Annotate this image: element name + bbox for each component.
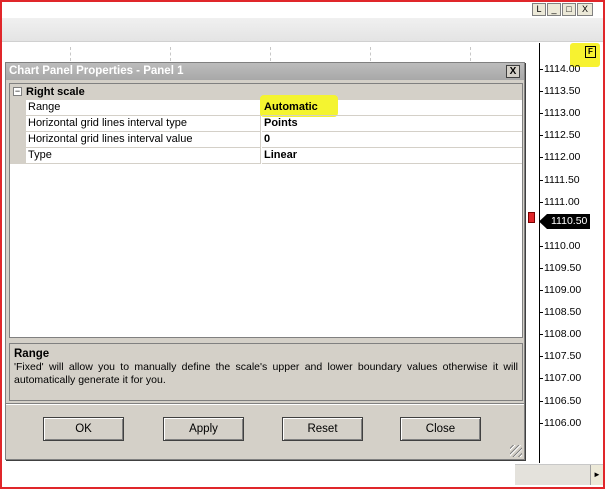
price-tick	[539, 267, 543, 269]
scroll-right-icon[interactable]: ►	[590, 465, 603, 485]
price-label: 1108.50	[544, 306, 582, 319]
price-label: 1107.00	[544, 372, 582, 385]
grid-line	[470, 47, 471, 61]
close-window-button[interactable]: X	[577, 3, 593, 16]
price-label: 1106.50	[544, 394, 582, 407]
grid-line	[70, 47, 71, 61]
row-gutter	[10, 132, 26, 148]
property-name: Range	[26, 100, 261, 116]
property-value[interactable]: Automatic	[262, 100, 522, 116]
price-marker-icon	[528, 212, 535, 223]
horizontal-scrollbar[interactable]: ►	[515, 464, 603, 485]
property-name: Type	[26, 148, 261, 164]
price-label: 1110.00	[544, 239, 581, 252]
price-tick	[539, 201, 543, 203]
price-tick	[539, 334, 543, 336]
price-label: 1108.00	[544, 328, 582, 341]
price-label: 1107.50	[544, 350, 582, 363]
price-label: 1111.50	[544, 173, 580, 186]
resize-grip-icon[interactable]	[510, 445, 522, 457]
grid-line	[170, 47, 171, 61]
minimize-button[interactable]: _	[547, 3, 561, 16]
price-label: 1106.00	[544, 416, 582, 429]
dialog-title: Chart Panel Properties - Panel 1	[6, 63, 524, 80]
price-label: 1109.50	[544, 261, 582, 274]
property-value-text: Automatic	[264, 101, 318, 113]
category-label: Right scale	[26, 86, 85, 98]
property-row-range[interactable]: Range Automatic	[10, 95, 522, 117]
layout-button[interactable]: L	[532, 3, 546, 16]
price-label: 1112.50	[544, 129, 581, 142]
app-window: L _ □ X F 1114.00 1113.50 1113.00 1112.50 11…	[0, 0, 605, 489]
price-tick	[539, 135, 543, 137]
description-panel: Range 'Fixed' will allow you to manually…	[9, 343, 523, 401]
maximize-button[interactable]: □	[562, 3, 576, 16]
flag-icon[interactable]: F	[585, 46, 596, 58]
price-tick	[539, 356, 543, 358]
property-value[interactable]: 0	[262, 132, 522, 148]
row-gutter	[10, 100, 26, 116]
bottom-area	[2, 460, 515, 487]
price-tick	[539, 157, 543, 159]
apply-button[interactable]: Apply	[163, 417, 244, 441]
price-label: 1113.50	[544, 85, 581, 98]
price-tick	[539, 400, 543, 402]
price-tick	[539, 312, 543, 314]
close-button[interactable]: Close	[400, 417, 481, 441]
description-text: 'Fixed' will allow you to manually defin…	[14, 361, 518, 386]
property-value[interactable]: Points	[262, 116, 522, 132]
grid-line	[370, 47, 371, 61]
property-value[interactable]: Linear	[262, 148, 522, 164]
property-grid: − Right scale Range Automatic Horizontal…	[9, 83, 523, 338]
price-tick	[539, 290, 543, 291]
price-label: 1112.00	[544, 151, 581, 164]
price-tick	[539, 113, 543, 115]
price-label: 1113.00	[544, 107, 581, 120]
property-name: Horizontal grid lines interval value	[26, 132, 261, 148]
price-tick	[539, 91, 543, 93]
price-tick	[539, 245, 543, 247]
dialog-close-button[interactable]: X	[506, 65, 520, 78]
divider	[6, 403, 524, 405]
price-tick	[539, 69, 543, 70]
toolbar-strip	[2, 18, 603, 42]
ok-button[interactable]: OK	[43, 417, 124, 441]
price-tick	[539, 422, 543, 424]
price-tick	[539, 378, 543, 380]
row-gutter	[10, 116, 26, 132]
property-row-interval-value[interactable]: Horizontal grid lines interval value 0	[10, 132, 522, 148]
price-label: 1114.00	[544, 63, 581, 75]
reset-button[interactable]: Reset	[282, 417, 363, 441]
window-controls: L _ □ X	[532, 3, 593, 16]
title-bar: L _ □ X	[2, 2, 603, 18]
price-label: 1109.00	[544, 284, 582, 296]
chart-panel-properties-dialog: Chart Panel Properties - Panel 1 X − Rig…	[5, 62, 525, 460]
price-label: 1111.00	[544, 195, 580, 208]
property-name: Horizontal grid lines interval type	[26, 116, 261, 132]
grid-line	[270, 47, 271, 61]
property-row-interval-type[interactable]: Horizontal grid lines interval type Poin…	[10, 116, 522, 132]
current-price-tag: 1110.50	[539, 214, 591, 229]
property-row-type[interactable]: Type Linear	[10, 148, 522, 164]
row-gutter	[10, 148, 26, 164]
description-title: Range	[14, 348, 50, 360]
collapse-icon[interactable]: −	[13, 87, 22, 96]
price-tick	[539, 179, 543, 181]
